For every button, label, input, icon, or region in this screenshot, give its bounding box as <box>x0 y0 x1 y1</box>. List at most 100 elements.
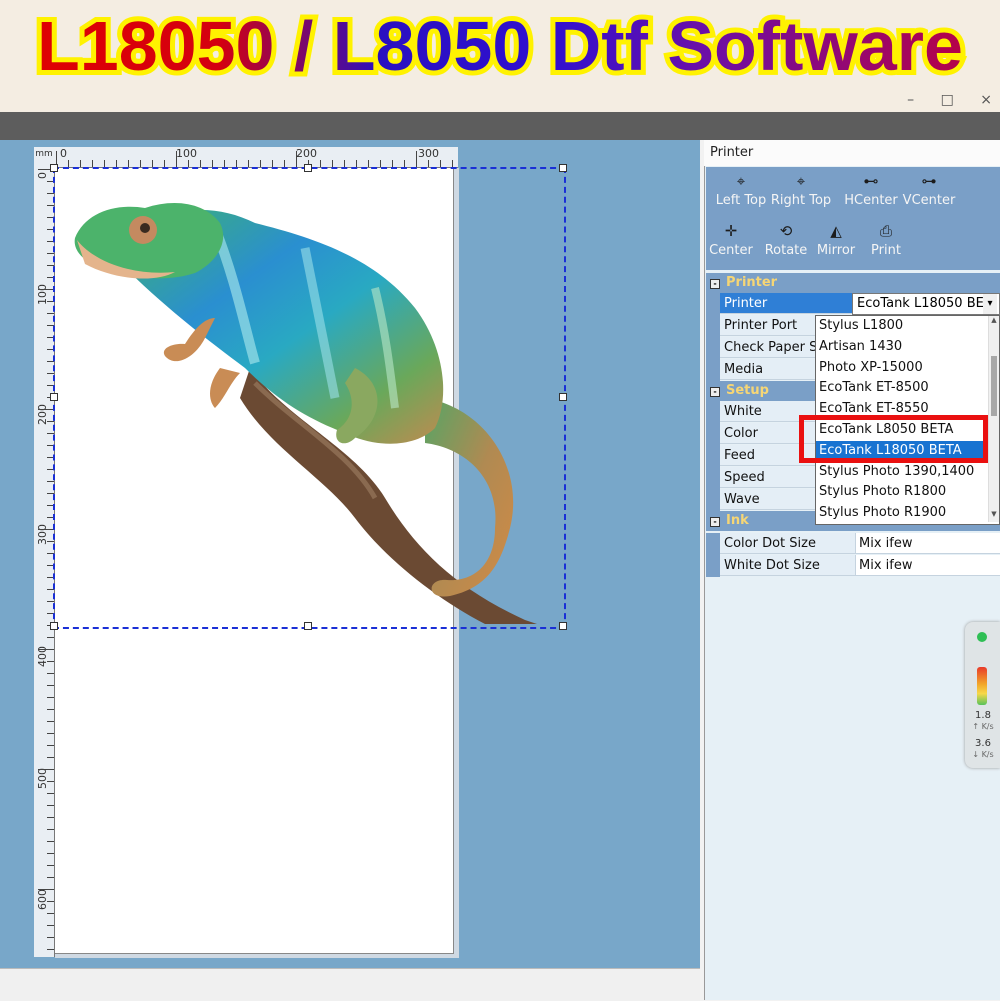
ruler-tick <box>224 160 225 167</box>
row-gutter <box>706 401 720 423</box>
row-gutter <box>706 445 720 467</box>
dropdown-option[interactable]: Photo XP-15000 <box>816 358 988 378</box>
prop-value[interactable]: Mix ifew <box>856 555 1000 576</box>
collapse-icon[interactable]: - <box>710 387 720 397</box>
ruler-tick <box>47 937 54 938</box>
dropdown-scrollbar[interactable]: ▲ ▼ <box>988 316 999 522</box>
usage-bar-icon <box>977 667 987 705</box>
ruler-tick <box>47 745 54 746</box>
ruler-tick <box>248 160 249 167</box>
ruler-tick <box>272 160 273 167</box>
vcenter-button[interactable]: ⊶ VCenter <box>894 173 964 208</box>
horizontal-scrollbar[interactable] <box>0 968 700 1001</box>
category-label: Printer <box>726 275 778 290</box>
ruler-tick <box>47 949 54 950</box>
resize-handle[interactable] <box>559 164 567 172</box>
dropdown-option[interactable]: Artisan 1430 <box>816 337 988 357</box>
row-gutter <box>706 315 720 337</box>
print-button[interactable]: ⎙ Print <box>851 223 921 258</box>
printer-icon: ⎙ <box>879 222 892 240</box>
ruler-tick <box>47 853 54 854</box>
ruler-tick <box>47 805 54 806</box>
promo-banner: L18050 / L8050 Dtf Software L18050 / L80… <box>0 0 1000 112</box>
ruler-label: 500 <box>36 768 49 789</box>
resize-handle[interactable] <box>50 164 58 172</box>
network-monitor-widget[interactable]: 1.8 ↑ K/s 3.6 ↓ K/s <box>965 622 1000 768</box>
ruler-tick <box>38 769 54 770</box>
prop-row-white-dot-size[interactable]: White Dot Size Mix ifew <box>706 555 1000 577</box>
ruler-tick <box>236 160 237 167</box>
prop-value[interactable]: Mix ifew <box>856 533 1000 554</box>
tool-label: Mirror <box>816 243 856 258</box>
dropdown-option[interactable]: Stylus Photo R1800 <box>816 482 988 502</box>
scroll-down-icon[interactable]: ▼ <box>989 510 999 522</box>
resize-handle[interactable] <box>50 393 58 401</box>
ruler-tick <box>428 160 429 167</box>
collapse-icon[interactable]: - <box>710 517 720 527</box>
dropdown-option[interactable]: Stylus Photo R1900 <box>816 503 988 523</box>
prop-name: White Dot Size <box>720 555 856 576</box>
selection-box[interactable] <box>53 167 566 629</box>
dropdown-option[interactable]: EcoTank ET-8500 <box>816 378 988 398</box>
ruler-tick <box>38 289 54 290</box>
row-gutter <box>706 359 720 381</box>
prop-row-color-dot-size[interactable]: Color Dot Size Mix ifew <box>706 533 1000 555</box>
scroll-up-icon[interactable]: ▲ <box>989 316 999 328</box>
ruler-tick <box>38 529 54 530</box>
category-printer[interactable]: - Printer <box>706 273 1000 293</box>
chevron-down-icon[interactable]: ▾ <box>983 294 997 314</box>
ruler-tick <box>452 160 453 167</box>
category-label: Setup <box>726 383 769 398</box>
right-top-button[interactable]: ⌖ Right Top <box>766 173 836 208</box>
dropdown-option[interactable]: Stylus L1800 <box>816 316 988 336</box>
prop-name: Color Dot Size <box>720 533 856 554</box>
ruler-tick <box>212 160 213 167</box>
ruler-tick <box>92 160 93 167</box>
resize-handle[interactable] <box>304 622 312 630</box>
ruler-label: 0 <box>60 147 67 160</box>
ruler-tick <box>47 913 54 914</box>
ruler-tick <box>47 877 54 878</box>
ruler-tick <box>188 160 189 167</box>
tool-label: Left Top <box>715 193 767 208</box>
ruler-tick <box>38 409 54 410</box>
ruler-label: 200 <box>296 147 317 160</box>
row-gutter <box>706 533 720 555</box>
download-value: 3.6 <box>975 738 991 749</box>
dropdown-option[interactable]: Stylus Photo 1390,1400 <box>816 462 988 482</box>
ruler-tick <box>47 817 54 818</box>
resize-handle[interactable] <box>559 393 567 401</box>
ruler-tick <box>392 160 393 167</box>
ruler-tick <box>47 661 54 662</box>
ruler-tick <box>116 160 117 167</box>
ruler-tick <box>380 160 381 167</box>
collapse-icon[interactable]: - <box>710 279 720 289</box>
ruler-tick <box>47 865 54 866</box>
row-gutter <box>706 555 720 577</box>
upload-value: 1.8 <box>975 710 991 721</box>
resize-handle[interactable] <box>50 622 58 630</box>
ruler-tick <box>356 160 357 167</box>
ruler-tick <box>128 160 129 167</box>
minimize-icon[interactable]: – <box>907 92 914 108</box>
resize-handle[interactable] <box>559 622 567 630</box>
tool-label: VCenter <box>902 193 956 208</box>
printer-select[interactable]: EcoTank L18050 BET ▾ <box>852 293 1000 315</box>
ruler-tick <box>284 160 285 167</box>
ruler-horizontal: 0 100 200 300 <box>34 147 458 168</box>
ruler-label: 100 <box>176 147 197 160</box>
tool-label: Print <box>871 243 901 258</box>
maximize-icon[interactable]: □ <box>941 92 954 108</box>
resize-handle[interactable] <box>304 164 312 172</box>
ruler-tick <box>47 757 54 758</box>
ruler-tick <box>152 160 153 167</box>
banner-title: L18050 / L8050 Dtf Software <box>0 6 1000 86</box>
ruler-tick <box>47 793 54 794</box>
upload-unit-label: K/s <box>981 722 994 731</box>
close-icon[interactable]: × <box>980 92 992 108</box>
row-gutter <box>706 337 720 359</box>
ruler-tick <box>47 673 54 674</box>
ruler-tick <box>47 721 54 722</box>
ruler-tick <box>368 160 369 167</box>
scroll-thumb[interactable] <box>991 356 997 416</box>
